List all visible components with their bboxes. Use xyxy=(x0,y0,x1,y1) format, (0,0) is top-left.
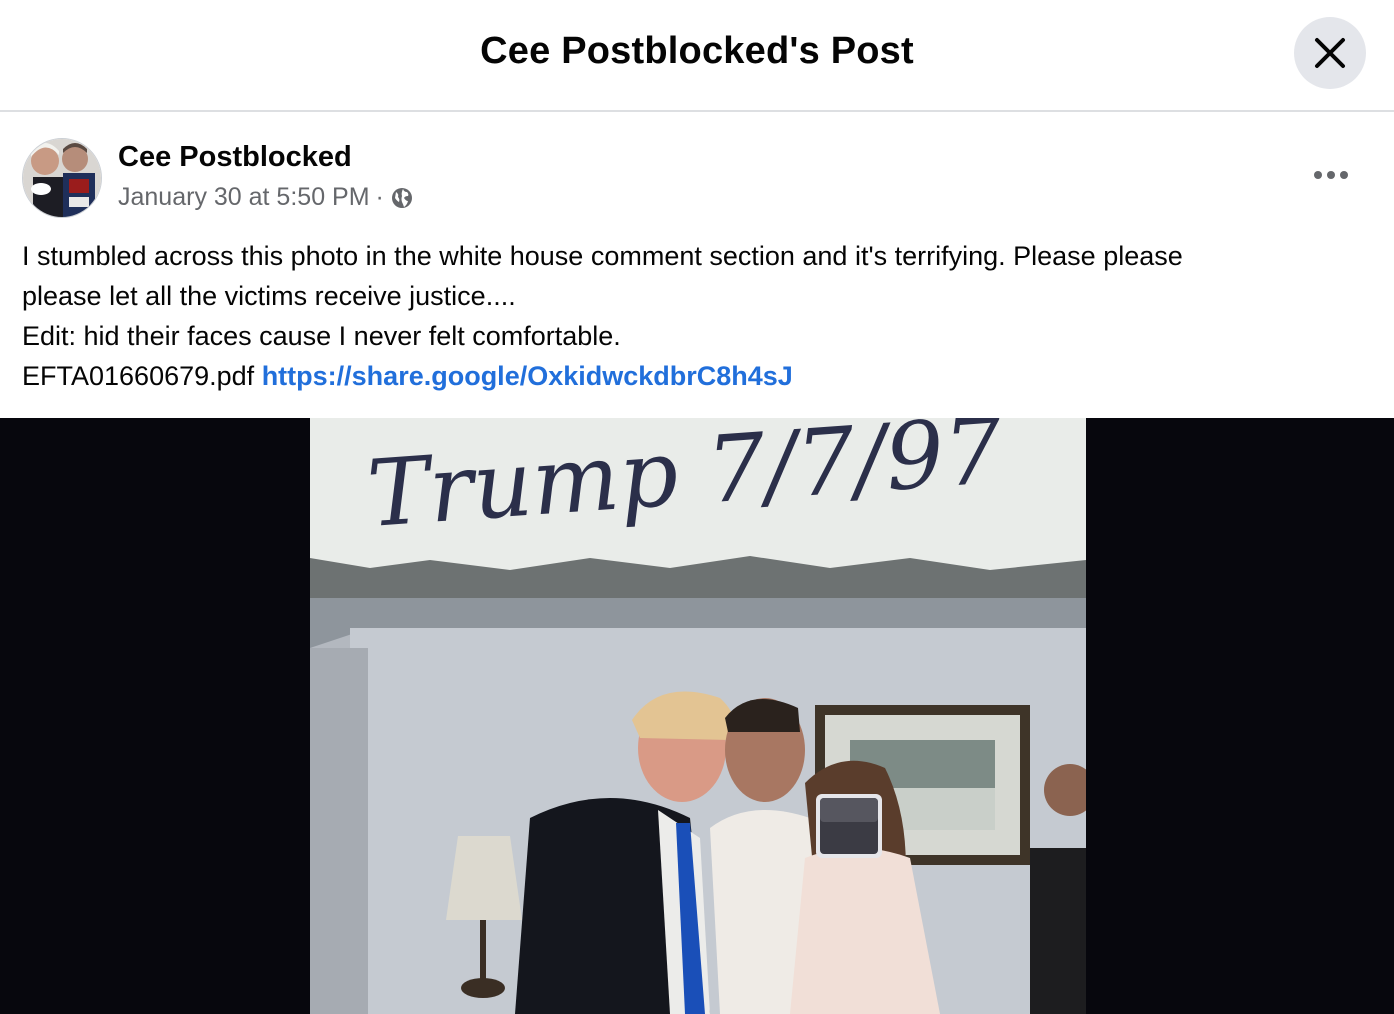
more-options-button[interactable] xyxy=(1306,155,1356,195)
close-icon xyxy=(1315,38,1345,68)
post-media[interactable]: Trump 7/7/97 xyxy=(0,418,1394,1014)
post-photo[interactable]: Trump 7/7/97 xyxy=(310,418,1086,1014)
author-name[interactable]: Cee Postblocked xyxy=(118,141,352,174)
post-link[interactable]: https://share.google/OxkidwckdbrC8h4sJ xyxy=(262,361,793,391)
more-horizontal-icon xyxy=(1314,171,1348,179)
globe-icon[interactable] xyxy=(390,186,414,210)
attachment-filename: EFTA01660679.pdf xyxy=(22,361,255,391)
author-avatar[interactable] xyxy=(22,138,102,218)
post-text-line: Edit: hid their faces cause I never felt… xyxy=(22,321,621,351)
post-attachment-line: EFTA01660679.pdf https://share.google/Ox… xyxy=(22,356,1362,396)
post-meta: January 30 at 5:50 PM · xyxy=(118,183,414,212)
dialog-header: Cee Postblocked's Post xyxy=(0,0,1394,112)
dialog-title: Cee Postblocked's Post xyxy=(480,30,914,72)
post-text-line: please let all the victims receive justi… xyxy=(22,281,516,311)
avatar-image xyxy=(23,139,101,217)
post-timestamp[interactable]: January 30 at 5:50 PM xyxy=(118,183,370,212)
meta-separator: · xyxy=(375,183,384,211)
post-text-line: I stumbled across this photo in the whit… xyxy=(22,241,1183,271)
post-body: I stumbled across this photo in the whit… xyxy=(22,236,1362,396)
close-button[interactable] xyxy=(1294,17,1366,89)
